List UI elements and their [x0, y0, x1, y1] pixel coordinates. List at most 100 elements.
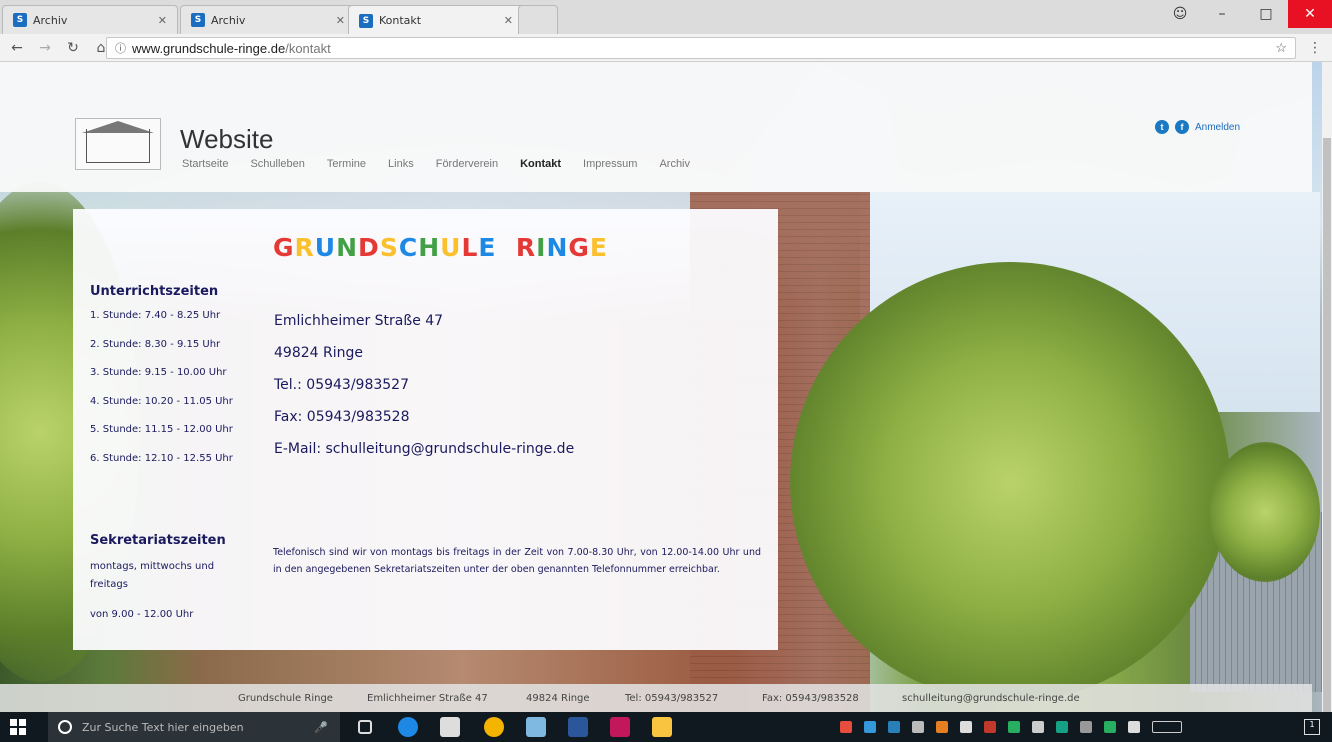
facebook-icon[interactable]: f: [1175, 120, 1189, 134]
footer-tel: Tel: 05943/983527: [625, 692, 719, 704]
school-name-letter: H: [418, 233, 441, 262]
school-name-letter: S: [379, 233, 399, 262]
taskbar-search-placeholder: Zur Suche Text hier eingeben: [82, 720, 244, 734]
onedrive-icon[interactable]: [1128, 721, 1140, 733]
reload-icon[interactable]: ↻: [62, 40, 84, 56]
profile-icon[interactable]: ☺: [1158, 0, 1202, 28]
school-name-letter: D: [358, 233, 380, 262]
nav-archiv[interactable]: Archiv: [659, 158, 690, 170]
address-fax: Fax: 05943/983528: [274, 409, 410, 425]
lesson-time: 2. Stunde: 8.30 - 9.15 Uhr: [90, 338, 221, 350]
url-input[interactable]: ⓘ www.grundschule-ringe.de /kontakt ☆: [106, 37, 1296, 59]
tab-kontakt[interactable]: S Kontakt ✕: [348, 5, 524, 35]
background-tree: [1210, 442, 1320, 582]
logo-house: [86, 129, 150, 163]
nav-termine[interactable]: Termine: [327, 158, 366, 170]
tab-archiv-1[interactable]: S Archiv ✕: [2, 5, 178, 34]
tab-label: Kontakt: [379, 14, 422, 27]
lesson-time: 5. Stunde: 11.15 - 12.00 Uhr: [90, 424, 233, 435]
school-name-letter: U: [440, 233, 462, 262]
footer-email[interactable]: schulleitung@grundschule-ringe.de: [902, 693, 1080, 704]
page-viewport: Website Startseite Schulleben Termine Li…: [0, 62, 1322, 712]
school-logo[interactable]: [75, 118, 161, 170]
address-bar: ← → ↻ ⌂ ⓘ www.grundschule-ringe.de /kont…: [0, 34, 1332, 62]
scrollbar-thumb[interactable]: [1323, 138, 1331, 742]
contact-address: Emlichheimer Straße 47 49824 Ringe Tel.:…: [274, 313, 574, 473]
tray-icon[interactable]: [1008, 721, 1020, 733]
tray-icon[interactable]: [864, 721, 876, 733]
school-name-letter: N: [546, 233, 569, 262]
school-name-letter: R: [294, 233, 315, 262]
site-footer: Grundschule Ringe Emlichheimer Straße 47…: [0, 684, 1312, 712]
login-link[interactable]: Anmelden: [1195, 122, 1240, 133]
store-icon[interactable]: [440, 717, 460, 737]
school-name-letter: C: [398, 233, 419, 262]
tab-archiv-2[interactable]: S Archiv ✕: [180, 5, 356, 34]
restore-button[interactable]: □: [1244, 0, 1288, 28]
tray-icon[interactable]: [936, 721, 948, 733]
keyboard-icon[interactable]: [1152, 721, 1182, 733]
tray-icon[interactable]: [960, 721, 972, 733]
task-view-icon[interactable]: [358, 720, 372, 734]
menu-icon[interactable]: ⋮: [1308, 40, 1322, 56]
lesson-time: 4. Stunde: 10.20 - 11.05 Uhr: [90, 395, 233, 407]
lesson-time: 1. Stunde: 7.40 - 8.25 Uhr: [90, 310, 221, 321]
tray-icon[interactable]: [888, 721, 900, 733]
forward-icon[interactable]: →: [34, 40, 56, 56]
app-icon[interactable]: [526, 717, 546, 737]
social-links: t f Anmelden: [1155, 120, 1240, 134]
bookmark-star-icon[interactable]: ☆: [1275, 40, 1287, 56]
tab-label: Archiv: [33, 13, 68, 27]
info-icon[interactable]: ⓘ: [115, 40, 126, 56]
windows-start-icon[interactable]: [10, 719, 26, 735]
back-icon[interactable]: ←: [6, 40, 28, 56]
school-name-letter: U: [314, 233, 337, 262]
nav-kontakt[interactable]: Kontakt: [520, 158, 561, 170]
tab-bar: S Archiv ✕ S Archiv ✕ S Kontakt ✕ ☺ – □ …: [0, 0, 1332, 35]
address-tel: Tel.: 05943/983527: [274, 377, 409, 393]
edge-icon[interactable]: [398, 717, 418, 737]
windows-taskbar: Zur Suche Text hier eingeben 🎤 1: [0, 712, 1332, 742]
url-path: /kontakt: [285, 40, 331, 56]
nav-startseite[interactable]: Startseite: [182, 158, 228, 170]
nav-links[interactable]: Links: [388, 158, 414, 170]
address-city: 49824 Ringe: [274, 345, 363, 361]
site-title[interactable]: Website: [180, 124, 273, 155]
word-icon[interactable]: [568, 717, 588, 737]
taskbar-search-box[interactable]: Zur Suche Text hier eingeben 🎤: [48, 712, 340, 742]
school-name-letter: I: [536, 233, 547, 262]
close-tab-icon[interactable]: ✕: [336, 14, 345, 27]
school-name-letter: E: [589, 233, 608, 262]
chrome-icon[interactable]: [484, 717, 504, 737]
nav-impressum[interactable]: Impressum: [583, 158, 637, 170]
close-window-button[interactable]: ✕: [1288, 0, 1332, 28]
tray-icon[interactable]: [1056, 721, 1068, 733]
volume-icon[interactable]: [1080, 721, 1092, 733]
file-explorer-icon[interactable]: [652, 717, 672, 737]
nav-schulleben[interactable]: Schulleben: [250, 158, 304, 170]
close-tab-icon[interactable]: ✕: [158, 14, 167, 27]
footer-street: Emlichheimer Straße 47: [367, 692, 488, 704]
sharepoint-icon: S: [359, 13, 373, 28]
address-email[interactable]: E-Mail: schulleitung@grundschule-ringe.d…: [274, 441, 574, 473]
minimize-button[interactable]: –: [1200, 0, 1244, 28]
notification-center-icon[interactable]: 1: [1304, 719, 1320, 735]
close-tab-icon[interactable]: ✕: [504, 14, 513, 27]
tray-icon[interactable]: [984, 721, 996, 733]
sekretariat-days: montags, mittwochs und freitags: [90, 561, 215, 590]
top-navigation: Startseite Schulleben Termine Links Förd…: [182, 158, 712, 170]
new-tab-button[interactable]: [518, 5, 558, 34]
lesson-time: 3. Stunde: 9.15 - 10.00 Uhr: [90, 367, 227, 378]
content-panel: GRUNDSCHULE RINGE Unterrichtszeiten 1. S…: [73, 209, 778, 650]
school-name-letter: N: [336, 233, 359, 262]
tray-icon[interactable]: [912, 721, 924, 733]
nav-foerderverein[interactable]: Förderverein: [436, 158, 498, 170]
scrollbar[interactable]: [1322, 62, 1332, 742]
twitter-icon[interactable]: t: [1155, 120, 1169, 134]
tray-icon[interactable]: [1032, 721, 1044, 733]
cortana-icon: [58, 720, 72, 734]
app-icon[interactable]: [610, 717, 630, 737]
tray-icon[interactable]: [1104, 721, 1116, 733]
microphone-icon[interactable]: 🎤: [314, 721, 328, 734]
tray-icon[interactable]: [840, 721, 852, 733]
